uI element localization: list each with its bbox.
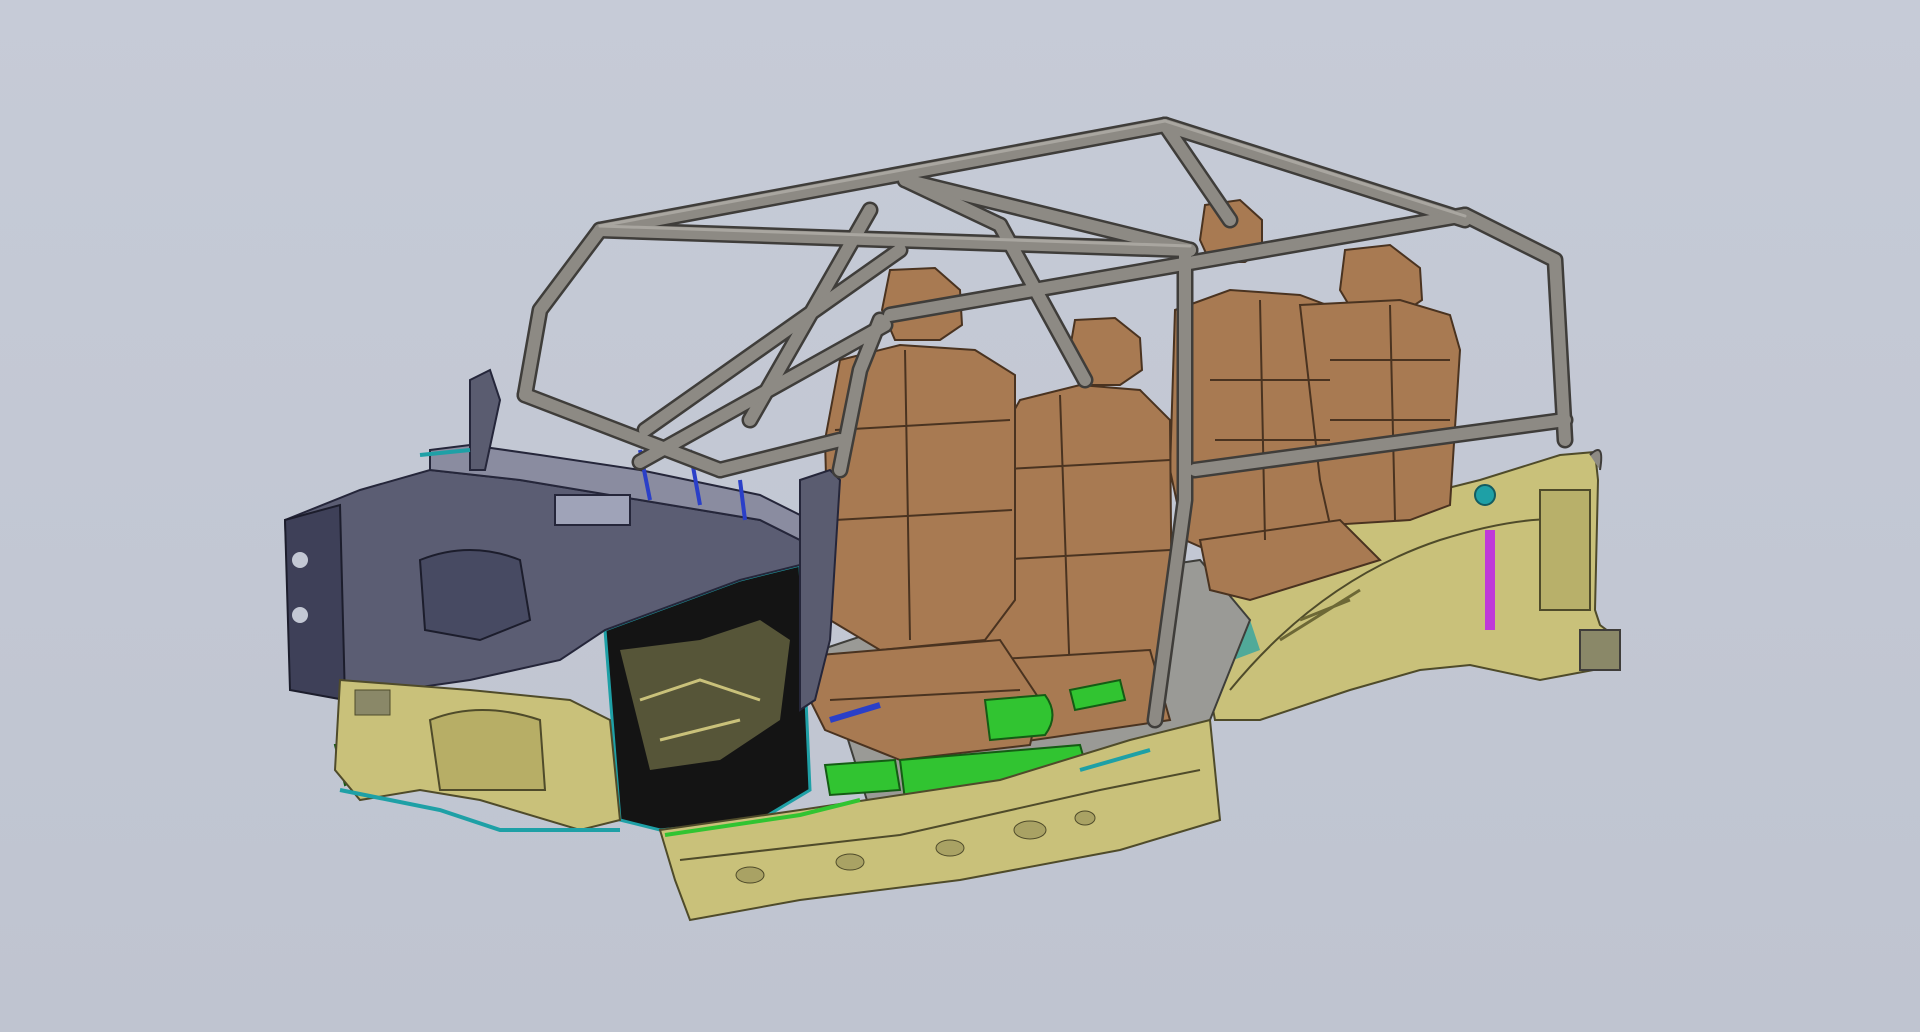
front-floor-panel bbox=[333, 678, 622, 832]
cad-viewport[interactable] bbox=[0, 0, 1920, 1032]
vehicle-assembly-model[interactable] bbox=[0, 0, 1920, 1032]
